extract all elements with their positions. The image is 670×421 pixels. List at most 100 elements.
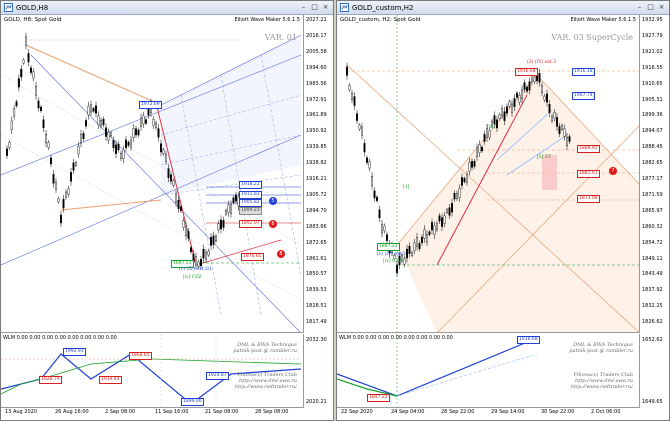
price-tick: 1877.17 [642, 176, 663, 182]
wave-note: [iv] CZZ [183, 275, 202, 280]
wave-marker[interactable]: 5 [269, 197, 277, 205]
price-tick: 1994.60 [306, 64, 327, 71]
price-label: 1911.83 [239, 191, 262, 199]
indicator-label: 1919.44 [99, 376, 122, 384]
brand-text: DML & EWA Technique putnik-post @ ramble… [569, 342, 633, 390]
indicator-label: 1916.68 [517, 336, 540, 344]
chart-window-icon [340, 3, 349, 12]
price-label: 1905.82 [239, 199, 262, 207]
indicator-label: 1928.79 [39, 376, 62, 384]
window-title: GOLD,H8 [16, 3, 49, 12]
indicator-label: 1899.00 [181, 398, 204, 406]
wave-note: [iv] CZZ [383, 259, 402, 264]
price-label: 1972.69 [139, 101, 162, 109]
price-tick: 1927.79 [642, 32, 663, 39]
chart-drawing [1, 32, 302, 332]
minimize-button[interactable]: – [299, 3, 308, 12]
price-axis[interactable]: 1932.95 1927.79 1921.02 1916.55 1910.65 1905.… [640, 15, 670, 408]
price-label: 1892.07 [239, 220, 262, 228]
price-tick: 1932.95 [642, 17, 663, 23]
price-label: 1873.08 [577, 195, 600, 203]
price-tick: 1961.89 [306, 112, 327, 119]
time-tick: 28 Sep 08:00 [255, 409, 289, 415]
maximize-button[interactable]: □ [646, 3, 655, 12]
price-tick: 1910.65 [642, 80, 663, 87]
price-tick: 1916.21 [306, 176, 327, 182]
price-tick: 1839.53 [306, 287, 327, 294]
price-tick: 1928.82 [306, 160, 327, 167]
window-title: GOLD_custom,H2 [352, 3, 414, 12]
price-tick: 1817.49 [306, 319, 327, 326]
price-label: 1847.22 [377, 243, 400, 251]
variant-label: VAR. 03 SuperCycle [551, 33, 633, 42]
wave-note: [ii] ST [537, 155, 551, 160]
indicator-tick: 2032.30 [306, 337, 327, 343]
symbol-label: GOLD_custom, H2: Spot Gold [340, 17, 421, 23]
time-tick: 2 Oct 06:00 [591, 409, 621, 415]
time-tick: 26 Aug 16:00 [55, 409, 89, 415]
price-tick: 2027.21 [306, 17, 327, 23]
symbol-label: GOLD, H8: Spot Gold [4, 17, 62, 23]
price-tick: 1826.62 [642, 319, 663, 326]
time-tick: 21 Sep 08:00 [205, 409, 239, 415]
price-tick: 1843.49 [642, 271, 663, 278]
close-button[interactable]: × [321, 3, 330, 12]
price-label: 1907.74 [572, 92, 595, 100]
wave-note: [1] [403, 185, 410, 190]
minimize-button[interactable]: – [635, 3, 644, 12]
chart-window-gold-h8[interactable]: GOLD,H8 – □ × GOLD, H8: Spot Gold Elliot… [0, 0, 334, 421]
time-axis[interactable]: 22 Sep 2020 24 Sep 04:00 28 Sep 22:00 29 Se… [337, 408, 640, 421]
price-tick: 1939.85 [306, 144, 327, 151]
time-axis[interactable]: 13 Aug 2020 26 Aug 16:00 2 Sep 08:00 11 Sep… [1, 408, 304, 421]
wlm-label: WLM 0.00 0.00 0.00 0.00 0.00 0.00 0.00 0… [339, 335, 453, 341]
price-tick: 1983.56 [306, 80, 327, 87]
maximize-button[interactable]: □ [310, 3, 319, 12]
window-titlebar[interactable]: GOLD_custom,H2 – □ × [337, 1, 669, 15]
price-label: 1881.61 [577, 170, 600, 178]
time-tick: 13 Aug 2020 [5, 409, 38, 415]
wave-note: (3) (IV) ext.3 [527, 60, 557, 65]
price-tick: 1905.72 [306, 191, 327, 198]
time-tick: 11 Sep 16:00 [155, 409, 189, 415]
indicator-tick: 1652.62 [642, 337, 663, 343]
price-tick: 1899.36 [642, 112, 663, 119]
price-tick: 1888.45 [642, 144, 663, 151]
indicator-name-label: Elliott Wave Maker 5.6.1.5 [234, 17, 300, 23]
price-axis[interactable]: 2027.21 2016.17 2005.58 1994.60 1983.56 1972.… [304, 15, 334, 408]
time-tick: 24 Sep 04:00 [391, 409, 425, 415]
price-tick: 1865.97 [642, 207, 663, 214]
price-tick: 1837.92 [642, 287, 663, 294]
indicator-name-label: Elliott Wave Maker 5.6.1.5 [570, 17, 636, 23]
price-tick: 1849.11 [642, 255, 663, 262]
wave-marker[interactable]: 7 [609, 167, 617, 175]
price-tick: 2005.58 [306, 48, 327, 55]
indicator-label: 1847.22 [367, 394, 390, 402]
window-titlebar[interactable]: GOLD,H8 – □ × [1, 1, 333, 15]
price-chart-area[interactable]: GOLD, H8: Spot Gold Elliott Wave Maker 5… [1, 15, 304, 333]
price-tick: 1921.02 [642, 48, 663, 55]
indicator-subwindow[interactable]: WLM 0.00 0.00 0.00 0.00 0.00 0.00 0.00 0… [337, 334, 640, 408]
close-button[interactable]: × [657, 3, 666, 12]
price-label: 1918.22 [239, 181, 262, 189]
price-tick: 1832.25 [642, 303, 663, 310]
chart-window-gold-custom-h2[interactable]: GOLD_custom,H2 – □ × GOLD_custom, H2: Sp… [336, 0, 670, 421]
price-chart-area[interactable]: GOLD_custom, H2: Spot Gold Elliott Wave … [337, 15, 640, 333]
time-tick: 22 Sep 2020 [341, 409, 373, 415]
price-tick: 1950.92 [306, 128, 327, 135]
price-tick: 1972.91 [306, 96, 327, 103]
price-tick: 1894.70 [306, 207, 327, 214]
price-tick: 1854.72 [642, 239, 663, 246]
wave-note: (c) (IV) ext.3 [377, 252, 406, 257]
wave-marker[interactable]: 8 [277, 250, 285, 258]
price-label: 1916.18 [572, 68, 595, 76]
price-tick: 1828.51 [306, 303, 327, 310]
wave-marker[interactable]: 6 [269, 220, 277, 228]
time-tick: 29 Sep 14:00 [491, 409, 525, 415]
indicator-tick: 1649.65 [642, 399, 663, 405]
price-tick: 1871.59 [642, 191, 663, 198]
price-tick: 1894.07 [642, 128, 663, 135]
wave-note: (c) (IV) ext.3/1 [179, 267, 213, 272]
price-tick: 1883.66 [306, 223, 327, 230]
indicator-subwindow[interactable]: WLM 0.00 0.00 0.00 0.00 0.00 0.00 0.00 0… [1, 334, 304, 408]
price-tick: 1882.65 [642, 160, 663, 167]
